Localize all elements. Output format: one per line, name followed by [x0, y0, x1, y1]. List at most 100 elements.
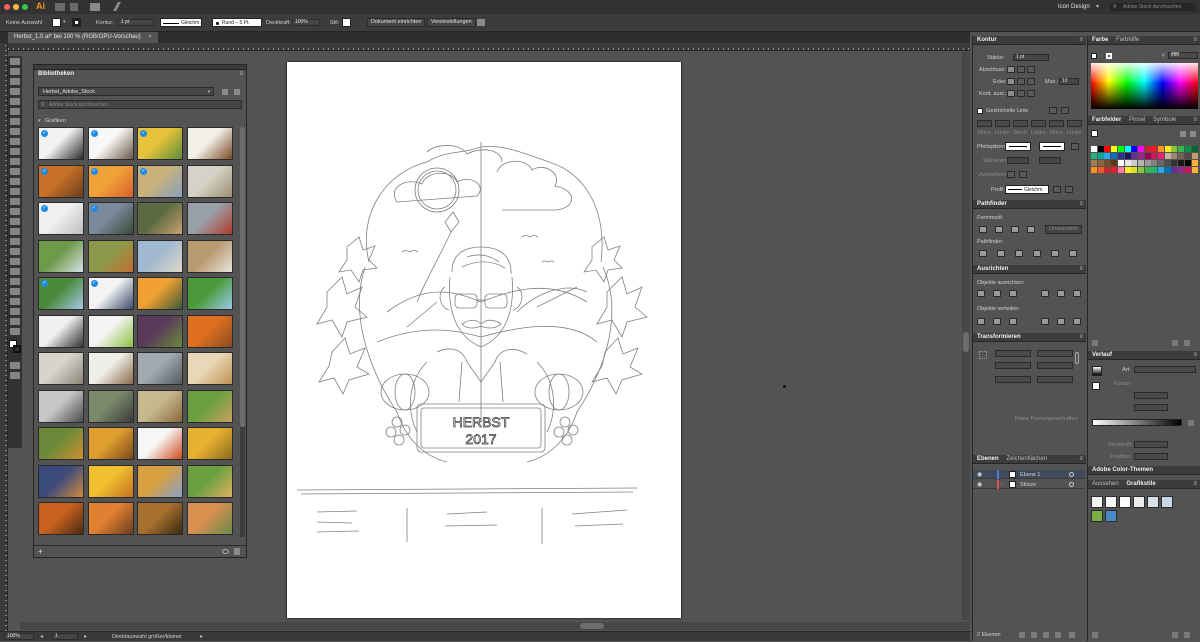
expand-chevron-icon[interactable]: › [1001, 481, 1003, 487]
stock-search-input[interactable]: Adobe Stock durchsuchen ⚲ [1110, 3, 1196, 11]
graphic-thumbnail-food[interactable] [38, 502, 84, 535]
panel-menu-icon[interactable]: ≡ [1193, 37, 1197, 43]
color-swatch[interactable] [1091, 167, 1097, 173]
arrow-scale-start-field[interactable] [1007, 157, 1029, 164]
mesh-tool-icon[interactable] [10, 238, 20, 245]
graphic-thumbnail-green-field[interactable] [186, 277, 233, 310]
shear-field[interactable] [1037, 376, 1073, 383]
graphic-thumbnail-forest-path[interactable] [186, 389, 233, 423]
zoom-field[interactable]: 100% [4, 633, 34, 640]
expand-button[interactable]: Umwandeln [1045, 225, 1083, 234]
color-swatch[interactable] [1158, 153, 1164, 159]
color-swatch[interactable] [1171, 153, 1178, 159]
layer-row[interactable]: ◉ Ebene 1 [973, 470, 1085, 479]
panel-menu-icon[interactable]: ≡ [1079, 266, 1083, 272]
horizontal-ruler[interactable] [8, 43, 970, 51]
layer-name[interactable]: Skizze [1020, 482, 1036, 488]
graphic-thumbnail-harvest[interactable] [137, 502, 183, 535]
divide-icon[interactable] [979, 250, 987, 257]
color-swatch[interactable] [1184, 167, 1191, 173]
round-join-icon[interactable] [1017, 78, 1025, 85]
type-tool-icon[interactable] [10, 118, 20, 125]
color-swatch[interactable] [1171, 146, 1178, 152]
panel-menu-icon[interactable]: ≡ [1079, 456, 1083, 462]
paintbrush-tool-icon[interactable] [10, 148, 20, 155]
horizontal-scrollbar[interactable] [20, 622, 970, 630]
arrange-icon[interactable] [477, 19, 485, 26]
new-swatch-icon[interactable] [1172, 340, 1178, 346]
graphic-thumbnail-pumpkins[interactable] [186, 314, 233, 348]
bevel-join-icon[interactable] [1027, 78, 1035, 85]
graphic-thumbnail-meadow[interactable]: ✓ [38, 277, 84, 310]
graphic-style-swatch[interactable] [342, 18, 351, 27]
trash-icon[interactable] [1184, 632, 1190, 638]
fill-indicator-icon[interactable] [1091, 53, 1097, 59]
screen-mode-icon[interactable] [10, 372, 20, 379]
vertical-ruler[interactable] [0, 43, 8, 631]
graphic-style-swatch[interactable] [1091, 510, 1103, 522]
graphic-thumbnail-landscape[interactable] [186, 164, 233, 198]
graphic-thumbnail-man-beard[interactable] [87, 389, 134, 423]
vertical-scroll-thumb[interactable] [963, 332, 969, 352]
distribute-h-center-icon[interactable] [1057, 318, 1065, 325]
drawing-modes-icon[interactable] [10, 362, 20, 369]
eyedropper-tool-icon[interactable] [10, 258, 20, 265]
list-view-icon[interactable] [1180, 131, 1186, 137]
color-swatch[interactable] [1091, 160, 1097, 166]
color-swatch[interactable] [1184, 146, 1191, 152]
graphic-thumbnail-branch[interactable]: ✓ [87, 127, 134, 160]
panel-menu-icon[interactable]: ≡ [1193, 352, 1197, 358]
bridge-icon[interactable] [55, 3, 65, 11]
align-h-center-icon[interactable] [993, 290, 1001, 297]
align-top-icon[interactable] [1041, 290, 1049, 297]
graphic-thumbnail-farmhouse[interactable] [137, 239, 183, 273]
color-themes-header[interactable]: Adobe Color-Themen [1088, 466, 1200, 475]
next-artboard-icon[interactable]: ▸ [84, 633, 87, 640]
flip-across-icon[interactable] [1065, 186, 1073, 193]
zoom-window-icon[interactable] [22, 4, 28, 10]
color-swatch[interactable] [1178, 146, 1185, 152]
align-stroke-center-icon[interactable] [1007, 90, 1015, 97]
layer-name[interactable]: Ebene 1 [1020, 472, 1041, 478]
start-arrow-select[interactable] [1005, 142, 1031, 151]
color-swatch[interactable] [1111, 167, 1118, 173]
stroke-indicator-icon[interactable] [1106, 53, 1112, 59]
library-scroll-thumb[interactable] [240, 127, 245, 427]
visibility-eye-icon[interactable]: ◉ [977, 481, 982, 488]
color-swatch[interactable] [1191, 146, 1198, 152]
color-swatch[interactable] [1164, 160, 1171, 166]
width-profile-select[interactable]: Gleichm. [1005, 185, 1049, 194]
tab-graphic-styles[interactable]: Grafikstile [1126, 481, 1155, 487]
stray-point-icon[interactable] [783, 385, 786, 388]
gradient-opacity-field[interactable] [1134, 441, 1168, 448]
color-swatch[interactable] [1191, 153, 1198, 159]
color-swatch[interactable] [1124, 146, 1131, 152]
y-field[interactable] [995, 362, 1031, 369]
list-view-icon[interactable] [234, 89, 240, 95]
document-tab[interactable]: Herbst_1.0.ai* bei 100 % (RGB/GPU-Vorsch… [8, 32, 158, 43]
color-swatch[interactable] [1184, 153, 1191, 159]
flip-along-icon[interactable] [1053, 186, 1061, 193]
color-swatch[interactable] [1091, 153, 1097, 159]
graphic-thumbnail-yellow-trees[interactable] [186, 427, 233, 460]
brush-select[interactable]: Rund – 5 Pt. [212, 18, 262, 27]
merge-icon[interactable] [1015, 250, 1023, 257]
target-circle-icon[interactable] [1069, 482, 1074, 487]
graphic-thumbnail-old-man[interactable] [186, 239, 233, 273]
projecting-cap-icon[interactable] [1027, 66, 1035, 73]
graphic-style-swatch[interactable] [1147, 496, 1159, 508]
gradient-tool-icon[interactable] [10, 248, 20, 255]
color-swatch[interactable] [1164, 167, 1171, 173]
color-swatch[interactable] [1104, 153, 1111, 159]
pen-tool-icon[interactable] [10, 98, 20, 105]
color-swatch[interactable] [1111, 146, 1118, 152]
color-swatch[interactable] [1131, 146, 1138, 152]
grid-view-icon[interactable] [222, 89, 228, 95]
tab-appearance[interactable]: Aussehen [1092, 481, 1119, 487]
blend-tool-icon[interactable] [10, 268, 20, 275]
tab-layers[interactable]: Ebenen [977, 456, 999, 462]
graphic-style-swatch[interactable] [1133, 496, 1145, 508]
graphic-thumbnail-man-red[interactable] [186, 202, 233, 235]
color-swatch[interactable] [1171, 160, 1178, 166]
arrow-tip-at-end-icon[interactable] [1019, 171, 1027, 178]
